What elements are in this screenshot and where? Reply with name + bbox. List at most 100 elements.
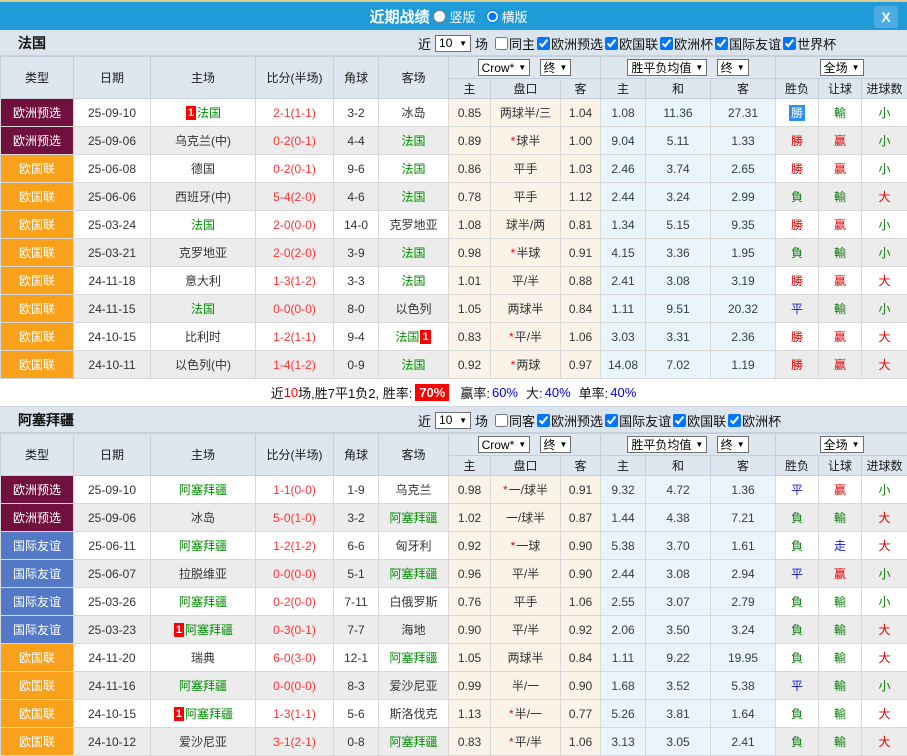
home-odds-cell: 0.78	[449, 183, 491, 211]
league-filter[interactable]: 欧洲预选	[535, 411, 603, 430]
same-venue-checkbox[interactable]	[495, 414, 508, 427]
handicap-line-cell: 平/半	[491, 560, 561, 588]
dropdown-arrow-icon: ▼	[695, 440, 703, 449]
league-filter[interactable]: 国际友谊	[603, 411, 671, 430]
handicap-result-cell-text: 走	[834, 539, 846, 553]
result-cell: 負	[776, 183, 819, 211]
league-filter-checkbox[interactable]	[783, 37, 796, 50]
line-text: 平/半	[512, 567, 539, 581]
odds-final-select[interactable]: 终▼	[540, 436, 572, 453]
fulltime-select[interactable]: 全场▼	[820, 59, 864, 76]
result-cell-text: 平	[791, 567, 803, 581]
handicap-result-cell: 赢	[819, 323, 862, 351]
goals-cell: 小	[862, 588, 907, 616]
result-cell: 負	[776, 588, 819, 616]
avg-select[interactable]: 胜平负均值▼	[627, 59, 707, 76]
league-filter[interactable]: 欧洲杯	[726, 411, 781, 430]
away-team-cell: 斯洛伐克	[379, 700, 449, 728]
layout-radio-horizontal[interactable]: 横版	[486, 7, 528, 26]
result-cell-text: 負	[791, 707, 803, 721]
col-score: 比分(半场)	[256, 57, 334, 99]
league-filter-checkbox[interactable]	[605, 37, 618, 50]
league-filter-checkbox[interactable]	[537, 414, 550, 427]
team-name: 法国	[401, 134, 425, 148]
league-filter-checkbox[interactable]	[715, 37, 728, 50]
layout-radio-vertical[interactable]: 竖版	[433, 7, 475, 26]
league-cell: 欧国联	[1, 155, 74, 183]
team-name: 德国	[191, 162, 215, 176]
handicap-result-cell-text: 赢	[834, 567, 846, 581]
sub-away: 客	[561, 456, 601, 476]
horizontal-radio-label: 横版	[502, 7, 528, 26]
line-text: 一/球半	[506, 511, 545, 525]
azerbaijan-team-name: 阿塞拜疆	[18, 410, 74, 430]
away-team-cell: 法国1	[379, 323, 449, 351]
league-filter[interactable]: 欧洲杯	[658, 34, 713, 53]
home-team-cell: 瑞典	[151, 644, 256, 672]
handicap-result-cell: 輸	[819, 99, 862, 127]
league-filter[interactable]: 世界杯	[781, 34, 836, 53]
same-venue-checkbox[interactable]	[495, 37, 508, 50]
date-cell: 25-06-06	[74, 183, 151, 211]
score-cell: 0-2(0-1)	[256, 127, 334, 155]
league-filter[interactable]: 欧国联	[671, 411, 726, 430]
fulltime-select[interactable]: 全场▼	[820, 436, 864, 453]
avg-home-cell: 4.15	[601, 239, 646, 267]
avg-final-select[interactable]: 终▼	[717, 436, 749, 453]
team-name: 比利时	[185, 330, 221, 344]
avg-draw-cell: 3.24	[646, 183, 711, 211]
odds-final-select[interactable]: 终▼	[540, 59, 572, 76]
handicap-line-cell: 两球半	[491, 295, 561, 323]
avg-final-select[interactable]: 终▼	[717, 59, 749, 76]
league-filter-checkbox[interactable]	[673, 414, 686, 427]
match-count-select[interactable]: 10 ▼	[435, 35, 471, 52]
league-filter[interactable]: 欧国联	[603, 34, 658, 53]
same-venue-filter[interactable]: 同客	[493, 411, 535, 430]
vertical-radio[interactable]	[433, 10, 446, 23]
date-cell: 25-09-10	[74, 99, 151, 127]
result-cell: 平	[776, 295, 819, 323]
league-cell: 国际友谊	[1, 616, 74, 644]
away-team-cell: 匈牙利	[379, 532, 449, 560]
away-team-cell: 克罗地亚	[379, 211, 449, 239]
match-row: 欧国联24-10-151阿塞拜疆1-3(1-1)5-6斯洛伐克1.13*半/一0…	[1, 700, 907, 728]
league-filter[interactable]: 国际友谊	[713, 34, 781, 53]
date-cell: 25-09-10	[74, 476, 151, 504]
big-pct-value: 40%	[545, 385, 571, 400]
same-venue-filter[interactable]: 同主	[493, 34, 535, 53]
league-cell: 欧洲预选	[1, 504, 74, 532]
handicap-line-cell: 半/一	[491, 672, 561, 700]
team-name: 阿塞拜疆	[389, 511, 437, 525]
away-odds-cell: 0.90	[561, 560, 601, 588]
match-row: 欧国联25-03-24法国2-0(0-0)14-0克罗地亚1.08球半/两0.8…	[1, 211, 907, 239]
odds-company-select[interactable]: Crow*▼	[478, 436, 531, 453]
close-icon[interactable]: X	[874, 6, 898, 28]
goals-cell: 小	[862, 295, 907, 323]
horizontal-radio[interactable]	[486, 10, 499, 23]
avg-select[interactable]: 胜平负均值▼	[627, 436, 707, 453]
league-filter-label: 世界杯	[797, 34, 836, 53]
match-count-select[interactable]: 10 ▼	[435, 412, 471, 429]
odds-company-select[interactable]: Crow*▼	[478, 59, 531, 76]
league-filter-label: 欧洲预选	[551, 34, 603, 53]
score-cell: 1-2(1-2)	[256, 532, 334, 560]
summary-text: 近	[271, 383, 284, 402]
league-filter-checkbox[interactable]	[728, 414, 741, 427]
titlebar: 近期战绩 竖版 横版 X	[0, 0, 907, 30]
league-filter-checkbox[interactable]	[660, 37, 673, 50]
result-cell-text: 負	[791, 595, 803, 609]
fulltime-group-header: 全场▼	[776, 57, 907, 79]
team-name: 阿塞拜疆	[179, 539, 227, 553]
league-filter-checkbox[interactable]	[605, 414, 618, 427]
avg-draw-cell: 3.08	[646, 560, 711, 588]
league-filter[interactable]: 欧洲预选	[535, 34, 603, 53]
avg-home-cell: 2.41	[601, 267, 646, 295]
league-filter-checkbox[interactable]	[537, 37, 550, 50]
away-odds-cell: 1.06	[561, 588, 601, 616]
team-name: 白俄罗斯	[389, 595, 437, 609]
corner-cell: 3-9	[334, 239, 379, 267]
header-group-row: 类型 日期 主场 比分(半场) 角球 客场 Crow*▼ 终▼ 胜平负均值▼ 终…	[1, 57, 907, 79]
away-team-cell: 阿塞拜疆	[379, 504, 449, 532]
line-text: 平/半	[512, 274, 539, 288]
away-odds-cell: 0.90	[561, 672, 601, 700]
